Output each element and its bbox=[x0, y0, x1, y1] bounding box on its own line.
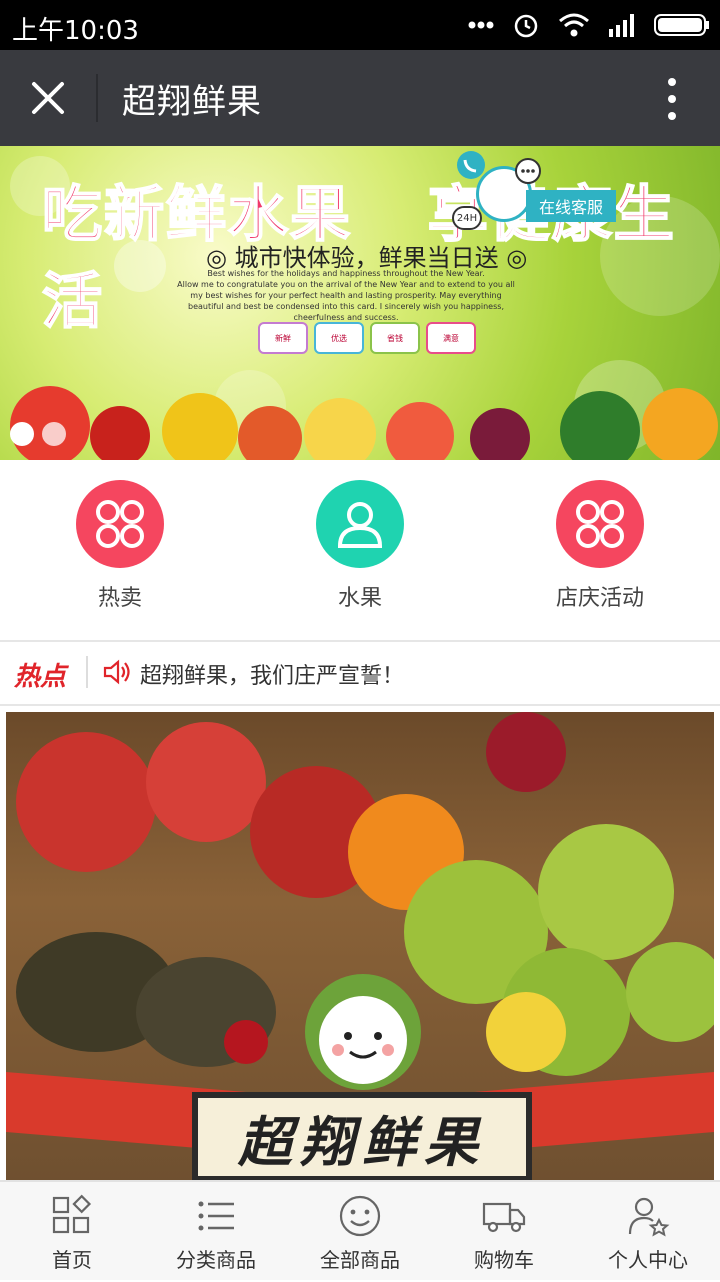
status-bar: 上午10:03 bbox=[0, 0, 720, 50]
grid-icon bbox=[576, 500, 624, 548]
tab-all-products[interactable]: 全部商品 bbox=[288, 1182, 432, 1282]
badge-satisfy: 满意 bbox=[426, 322, 476, 354]
tab-categories[interactable]: 分类商品 bbox=[144, 1182, 288, 1282]
banner-english-1: Best wishes for the holidays and happine… bbox=[207, 269, 485, 278]
home-grid-icon bbox=[52, 1194, 92, 1234]
banner-badges: 新鲜 优选 省钱 满意 bbox=[258, 322, 476, 354]
badge-fresh: 新鲜 bbox=[258, 322, 308, 354]
truck-icon bbox=[482, 1202, 526, 1233]
status-icons bbox=[468, 10, 710, 40]
mascot-logo bbox=[305, 974, 421, 1090]
tab-home-label: 首页 bbox=[52, 1248, 92, 1272]
tab-categories-label: 分类商品 bbox=[176, 1248, 256, 1272]
wifi-icon bbox=[559, 13, 589, 37]
promo-brand-plate: 超翔鲜果 bbox=[192, 1092, 532, 1182]
service-24h-badge: 24H bbox=[452, 206, 482, 230]
service-phone-icon bbox=[457, 151, 485, 179]
tab-cart[interactable]: 购物车 bbox=[432, 1182, 576, 1282]
close-icon[interactable] bbox=[28, 78, 68, 118]
promo-brand-text: 超翔鲜果 bbox=[238, 1109, 486, 1174]
banner-fruits-image bbox=[10, 386, 718, 460]
quick-nav-fruit[interactable]: 水果 bbox=[280, 480, 440, 612]
online-service-label[interactable]: 在线客服 bbox=[526, 190, 616, 222]
tab-home[interactable]: 首页 bbox=[0, 1182, 144, 1282]
title-bar: 超翔鲜果 bbox=[0, 50, 720, 146]
hot-tag: 热点 bbox=[14, 662, 67, 692]
tab-profile-label: 个人中心 bbox=[608, 1248, 688, 1272]
status-time: 上午10:03 bbox=[12, 16, 139, 46]
battery-icon bbox=[654, 14, 709, 36]
banner-english-2: Allow me to congratulate you on the arri… bbox=[177, 280, 515, 322]
quick-nav-fruit-circle[interactable] bbox=[316, 480, 404, 568]
carousel-dot-1[interactable] bbox=[10, 422, 34, 446]
online-service-widget[interactable]: 在线客服 24H bbox=[452, 150, 616, 230]
title-divider bbox=[96, 74, 98, 122]
bottom-tab-bar: 首页 分类商品 全部商品 购物车 个人中心 bbox=[0, 1180, 720, 1280]
user-icon bbox=[337, 502, 383, 548]
quick-nav-anniversary[interactable]: 店庆活动 bbox=[520, 480, 680, 612]
more-vertical-icon[interactable] bbox=[652, 76, 692, 122]
quick-nav: 热卖 水果 店庆活动 bbox=[0, 460, 720, 640]
quick-nav-anniversary-label: 店庆活动 bbox=[555, 586, 644, 611]
tab-cart-label: 购物车 bbox=[474, 1248, 534, 1272]
smile-icon bbox=[339, 1195, 381, 1237]
more-dots-icon bbox=[468, 21, 494, 29]
alarm-icon bbox=[514, 14, 538, 38]
signal-icon bbox=[609, 14, 634, 37]
quick-nav-fruit-label: 水果 bbox=[337, 586, 382, 611]
quick-nav-hot-circle[interactable] bbox=[76, 480, 164, 568]
hot-divider bbox=[86, 656, 88, 688]
hot-news-bar[interactable]: 热点 超翔鲜果，我们庄严宣誓！ bbox=[0, 642, 720, 704]
badge-select: 优选 bbox=[314, 322, 364, 354]
carousel-dot-2[interactable] bbox=[42, 422, 66, 446]
page-title: 超翔鲜果 bbox=[122, 82, 262, 122]
tab-profile[interactable]: 个人中心 bbox=[576, 1182, 720, 1282]
grid-icon bbox=[96, 500, 144, 548]
service-chat-icon bbox=[515, 158, 541, 184]
badge-save: 省钱 bbox=[370, 322, 420, 354]
section-divider bbox=[0, 704, 720, 706]
list-icon bbox=[198, 1201, 234, 1231]
quick-nav-hot-label: 热卖 bbox=[97, 586, 142, 611]
promo-banner-image[interactable]: 超翔鲜果 bbox=[6, 712, 714, 1182]
carousel-dots bbox=[10, 422, 66, 446]
hot-news-text[interactable]: 超翔鲜果，我们庄严宣誓！ bbox=[140, 658, 404, 690]
speaker-icon bbox=[103, 659, 130, 685]
quick-nav-anniversary-circle[interactable] bbox=[556, 480, 644, 568]
person-star-icon bbox=[628, 1197, 670, 1237]
tab-all-products-label: 全部商品 bbox=[320, 1248, 400, 1272]
quick-nav-hot[interactable]: 热卖 bbox=[40, 480, 200, 612]
banner-english-text: Best wishes for the holidays and happine… bbox=[176, 268, 516, 323]
